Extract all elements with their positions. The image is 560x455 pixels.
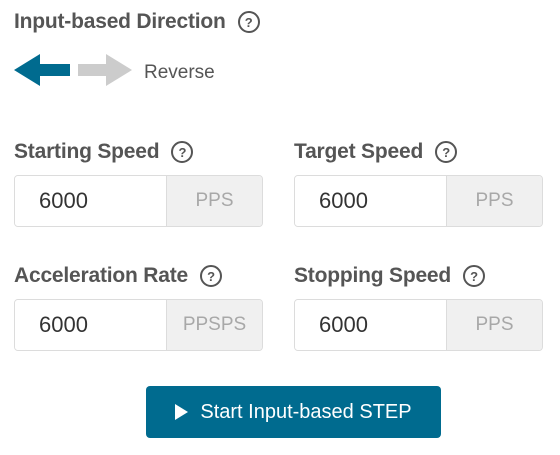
target-speed-help-icon[interactable]: ? — [435, 141, 458, 163]
acceleration-rate-unit: PPSPS — [166, 300, 262, 350]
acceleration-rate-label: Acceleration Rate ? — [14, 264, 223, 288]
acceleration-rate-label-text: Acceleration Rate — [14, 264, 189, 287]
direction-label: Input-based Direction ? — [14, 10, 260, 34]
starting-speed-field: PPS — [14, 175, 263, 227]
target-speed-label: Target Speed ? — [294, 140, 458, 164]
target-speed-label-text: Target Speed — [294, 140, 424, 163]
stopping-speed-label: Stopping Speed ? — [294, 264, 486, 288]
acceleration-rate-field: PPSPS — [14, 299, 263, 351]
direction-label-text: Input-based Direction — [14, 10, 226, 33]
direction-help-icon[interactable]: ? — [237, 11, 260, 33]
direction-selector: Reverse — [14, 52, 215, 93]
target-speed-input[interactable] — [295, 176, 446, 226]
starting-speed-unit: PPS — [166, 176, 262, 226]
starting-speed-label: Starting Speed ? — [14, 140, 194, 164]
stopping-speed-help-icon[interactable]: ? — [463, 265, 486, 287]
target-speed-field: PPS — [294, 175, 543, 227]
starting-speed-input[interactable] — [15, 176, 166, 226]
forward-arrow-icon[interactable] — [78, 52, 134, 93]
start-button-label: Start Input-based STEP — [200, 400, 412, 423]
start-input-based-step-button[interactable]: Start Input-based STEP — [146, 386, 441, 438]
acceleration-rate-help-icon[interactable]: ? — [200, 265, 223, 287]
starting-speed-help-icon[interactable]: ? — [171, 141, 194, 163]
stopping-speed-input[interactable] — [295, 300, 446, 350]
acceleration-rate-input[interactable] — [15, 300, 166, 350]
stopping-speed-label-text: Stopping Speed — [294, 264, 452, 287]
stopping-speed-unit: PPS — [446, 300, 542, 350]
direction-state-text: Reverse — [144, 61, 215, 83]
stopping-speed-field: PPS — [294, 299, 543, 351]
target-speed-unit: PPS — [446, 176, 542, 226]
reverse-arrow-icon[interactable] — [14, 52, 72, 93]
play-icon — [175, 404, 189, 420]
starting-speed-label-text: Starting Speed — [14, 140, 160, 163]
input-based-step-panel: Input-based Direction ? Reverse Starting… — [0, 0, 560, 455]
